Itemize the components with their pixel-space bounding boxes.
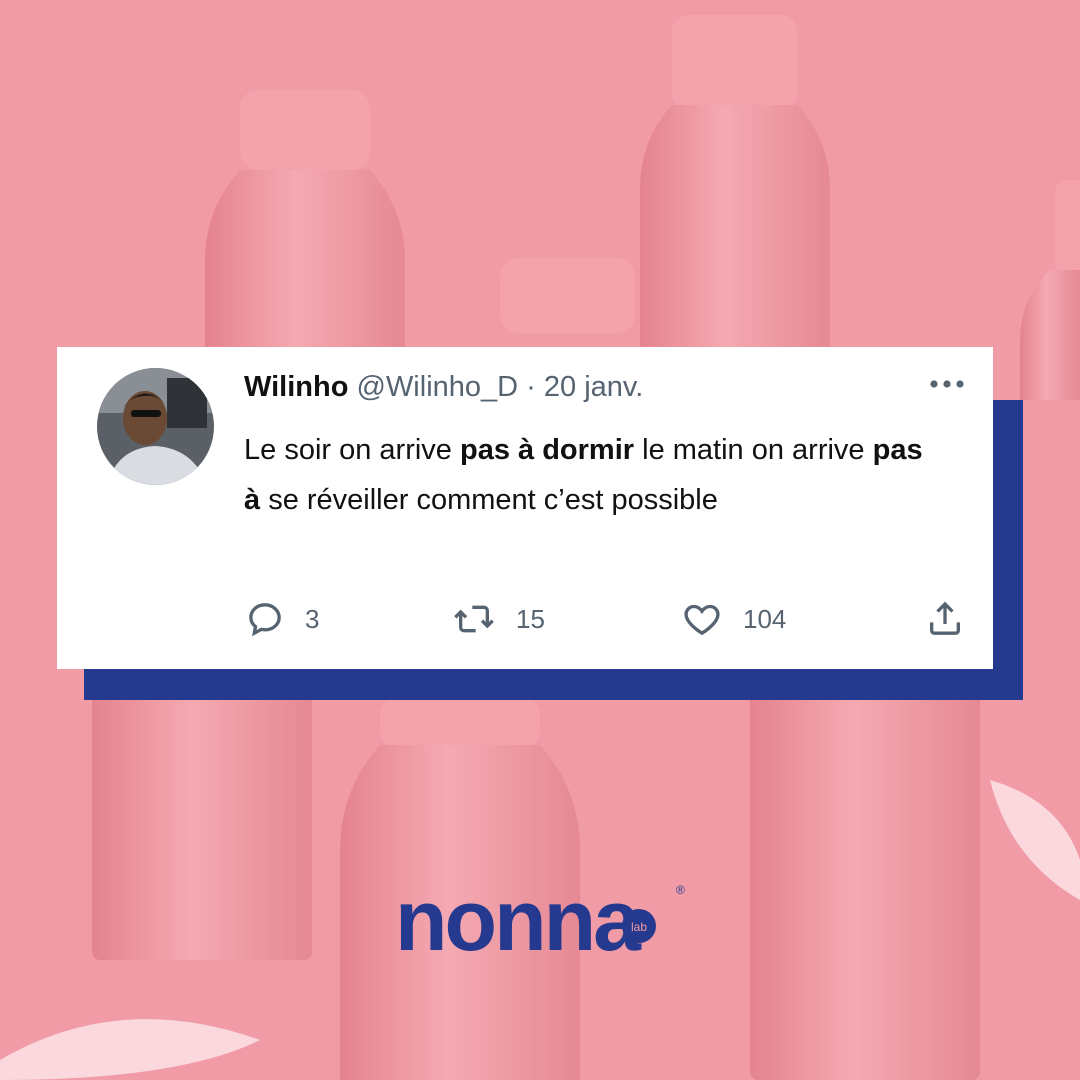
registered-mark: ® <box>676 883 685 897</box>
avatar-image <box>97 368 214 485</box>
nonna-lab-logo: nonna lab ® <box>395 873 695 969</box>
tweet-date[interactable]: 20 janv. <box>544 371 643 403</box>
tweet-text-part: Le soir on arrive <box>244 434 460 466</box>
retweet-count: 15 <box>516 603 545 634</box>
logo-graphic: nonna lab ® <box>395 873 685 969</box>
tweet-actions: 3 15 104 <box>57 597 993 647</box>
date-separator: · <box>526 371 536 403</box>
share-button[interactable] <box>925 597 965 641</box>
bottle <box>92 690 312 960</box>
reply-bubble-icon <box>249 603 281 637</box>
tweet-text-part: se réveiller comment c’est possible <box>260 484 718 516</box>
like-button[interactable]: 104 <box>681 597 786 641</box>
tweet-text-part: le matin on arrive <box>634 434 873 466</box>
tweet-text-bold: pas à dormir <box>460 434 635 466</box>
retweet-button[interactable]: 15 <box>452 597 545 641</box>
bottle <box>750 690 980 1080</box>
tweet-card[interactable]: Wilinho @Wilinho_D · 20 janv. Le soir on… <box>57 347 993 669</box>
share-icon <box>930 601 960 635</box>
display-name[interactable]: Wilinho <box>244 371 348 403</box>
bottle <box>500 258 635 333</box>
user-handle[interactable]: @Wilinho_D <box>357 371 519 403</box>
like-count: 104 <box>743 603 787 634</box>
avatar[interactable] <box>97 368 214 485</box>
reply-count: 3 <box>305 603 320 634</box>
more-button[interactable] <box>929 377 965 395</box>
reply-button[interactable]: 3 <box>245 597 319 641</box>
retweet-icon <box>454 605 494 633</box>
tweet-text: Le soir on arrive pas à dormir le matin … <box>244 425 944 525</box>
logo-wordmark: nonna <box>395 880 642 960</box>
logo-badge: lab <box>631 920 647 934</box>
heart-icon <box>684 604 720 636</box>
more-dots-icon <box>930 380 964 388</box>
tweet-header: Wilinho @Wilinho_D · 20 janv. <box>244 371 643 404</box>
